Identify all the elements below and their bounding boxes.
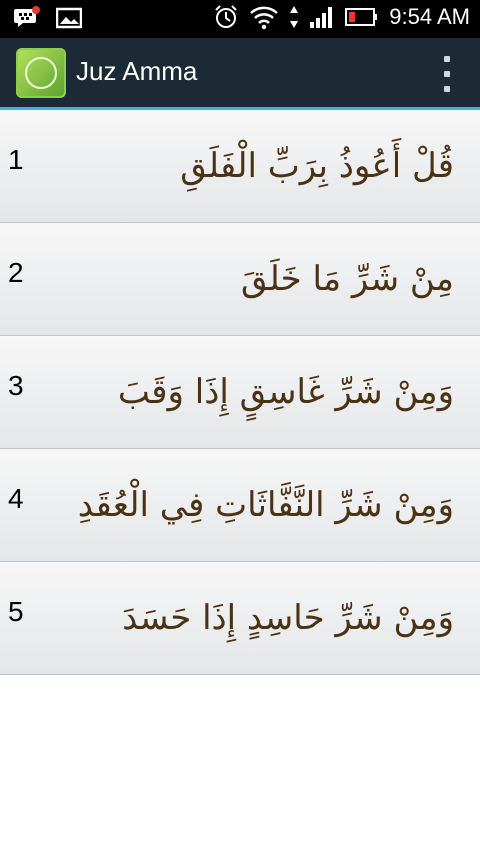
bbm-icon [14,6,40,27]
status-time: 9:54 AM [389,4,470,29]
data-arrows-icon [290,6,299,28]
verse-list: 1 قُلْ أَعُوذُ بِرَبِّ الْفَلَقِ 2 مِنْ … [0,110,480,675]
verse-row-4[interactable]: 4 وَمِنْ شَرِّ النَّفَّاثَاتِ فِي الْعُق… [0,449,480,562]
verse-row-5[interactable]: 5 وَمِنْ شَرِّ حَاسِدٍ إِذَا حَسَدَ [0,562,480,675]
signal-icon [310,7,333,28]
verse-number: 4 [8,483,24,514]
app-logo-icon[interactable] [16,48,66,98]
verse-text: وَمِنْ شَرِّ حَاسِدٍ إِذَا حَسَدَ [122,598,454,638]
app-title: Juz Amma [76,56,198,86]
battery-icon [345,8,378,26]
verse-text: وَمِنْ شَرِّ غَاسِقٍ إِذَا وَقَبَ [117,372,454,412]
verse-row-2[interactable]: 2 مِنْ شَرِّ مَا خَلَقَ [0,223,480,336]
verse-number: 5 [8,596,24,627]
verse-number: 3 [8,370,24,401]
verse-text: مِنْ شَرِّ مَا خَلَقَ [241,259,454,299]
verse-row-1[interactable]: 1 قُلْ أَعُوذُ بِرَبِّ الْفَلَقِ [0,110,480,223]
wifi-icon [250,6,279,30]
verse-number: 1 [8,144,24,175]
verse-row-3[interactable]: 3 وَمِنْ شَرِّ غَاسِقٍ إِذَا وَقَبَ [0,336,480,449]
action-bar: Juz Amma [0,38,480,110]
verse-text: قُلْ أَعُوذُ بِرَبِّ الْفَلَقِ [180,146,454,186]
image-icon [56,7,82,29]
status-bar: 9:54 AM [0,0,480,38]
overflow-menu-icon[interactable] [442,56,452,92]
verse-number: 2 [8,257,24,288]
alarm-icon [215,5,237,28]
verse-text: وَمِنْ شَرِّ النَّفَّاثَاتِ فِي الْعُقَد… [77,485,454,525]
